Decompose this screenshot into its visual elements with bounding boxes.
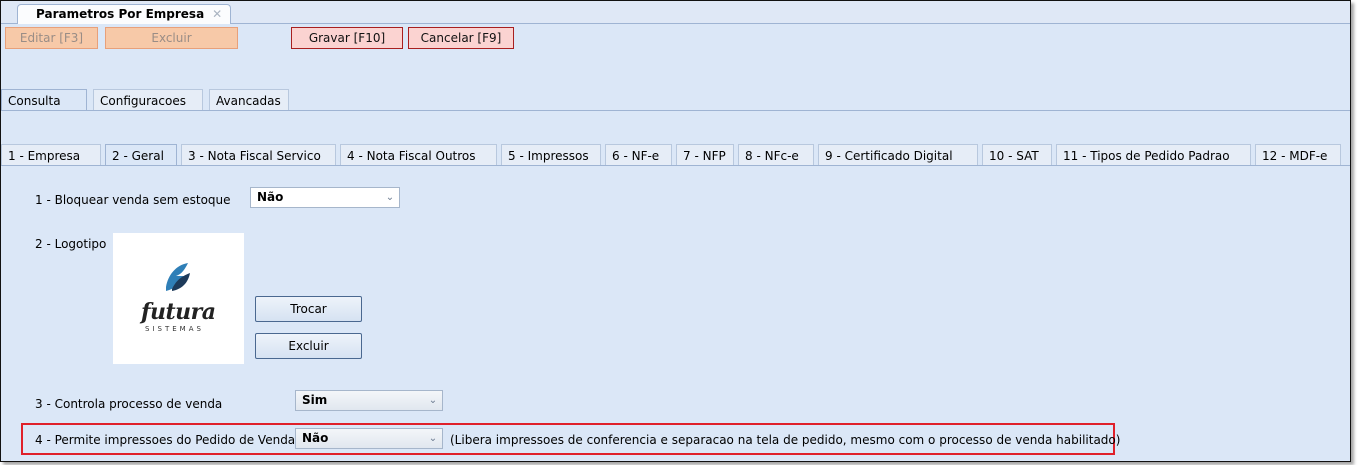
tab-consulta[interactable]: Consulta xyxy=(1,89,87,111)
section-tab-divider xyxy=(1,110,1350,111)
controla-select[interactable]: Sim ⌄ xyxy=(295,390,443,411)
geral-panel: 1 - Bloquear venda sem estoque Não ⌄ 2 -… xyxy=(1,173,1350,461)
save-button[interactable]: Gravar [F10] xyxy=(291,27,403,49)
close-icon[interactable]: ✕ xyxy=(212,5,222,24)
tab-mdf-e[interactable]: 12 - MDF-e xyxy=(1255,144,1341,166)
bloquear-label: 1 - Bloquear venda sem estoque xyxy=(35,193,231,207)
document-tab-title: Parametros Por Empresa xyxy=(36,7,205,21)
tab-nfc-e[interactable]: 8 - NFc-e xyxy=(738,144,814,166)
delete-logo-button[interactable]: Excluir xyxy=(255,333,362,359)
tab-geral[interactable]: 2 - Geral xyxy=(105,144,177,166)
parametros-window: Parametros Por Empresa ✕ Editar [F3] Exc… xyxy=(0,0,1351,462)
cancel-button[interactable]: Cancelar [F9] xyxy=(408,27,514,49)
tab-empresa[interactable]: 1 - Empresa xyxy=(1,144,101,166)
permite-value: Não xyxy=(302,431,329,445)
permite-select[interactable]: Não ⌄ xyxy=(295,428,443,449)
controla-label: 3 - Controla processo de venda xyxy=(35,397,223,411)
sub-tab-divider xyxy=(1,165,1350,166)
tab-nfp[interactable]: 7 - NFP xyxy=(676,144,734,166)
toolbar: Editar [F3] Excluir Gravar [F10] Cancela… xyxy=(1,24,1350,52)
delete-button[interactable]: Excluir xyxy=(105,27,238,49)
tab-configuracoes[interactable]: Configuracoes xyxy=(93,89,203,111)
edit-button[interactable]: Editar [F3] xyxy=(5,27,98,49)
sub-tab-row: 1 - Empresa 2 - Geral 3 - Nota Fiscal Se… xyxy=(1,144,1350,166)
chevron-down-icon[interactable]: ⌄ xyxy=(424,391,442,410)
logo-wordmark: futura xyxy=(141,299,216,325)
swap-logo-button[interactable]: Trocar xyxy=(255,296,362,322)
tab-impressos[interactable]: 5 - Impressos xyxy=(501,144,601,166)
tab-avancadas[interactable]: Avancadas xyxy=(209,89,289,111)
document-tab-strip: Parametros Por Empresa ✕ xyxy=(1,1,1350,24)
permite-label: 4 - Permite impressoes do Pedido de Vend… xyxy=(35,433,296,447)
tab-certificado-digital[interactable]: 9 - Certificado Digital xyxy=(818,144,978,166)
document-tab[interactable]: Parametros Por Empresa ✕ xyxy=(17,4,232,24)
logotipo-label: 2 - Logotipo xyxy=(35,237,107,251)
bloquear-select[interactable]: Não ⌄ xyxy=(250,187,400,208)
tab-nf-e[interactable]: 6 - NF-e xyxy=(605,144,672,166)
bloquear-value: Não xyxy=(257,190,284,204)
tab-sat[interactable]: 10 - SAT xyxy=(982,144,1052,166)
tab-nota-fiscal-servico[interactable]: 3 - Nota Fiscal Servico xyxy=(181,144,336,166)
permite-note: (Libera impressoes de conferencia e sepa… xyxy=(450,433,1121,447)
chevron-down-icon[interactable]: ⌄ xyxy=(424,429,442,448)
futura-logo-icon xyxy=(166,263,190,291)
section-tab-row: Consulta Configuracoes Avancadas xyxy=(1,89,1350,111)
tab-nota-fiscal-outros[interactable]: 4 - Nota Fiscal Outros xyxy=(340,144,497,166)
controla-value: Sim xyxy=(302,393,328,407)
chevron-down-icon[interactable]: ⌄ xyxy=(381,188,399,207)
logo-subtitle: SISTEMAS xyxy=(145,325,204,333)
tab-tipos-de-pedido-padrao[interactable]: 11 - Tipos de Pedido Padrao xyxy=(1056,144,1251,166)
logo-preview: futura SISTEMAS xyxy=(113,233,244,364)
